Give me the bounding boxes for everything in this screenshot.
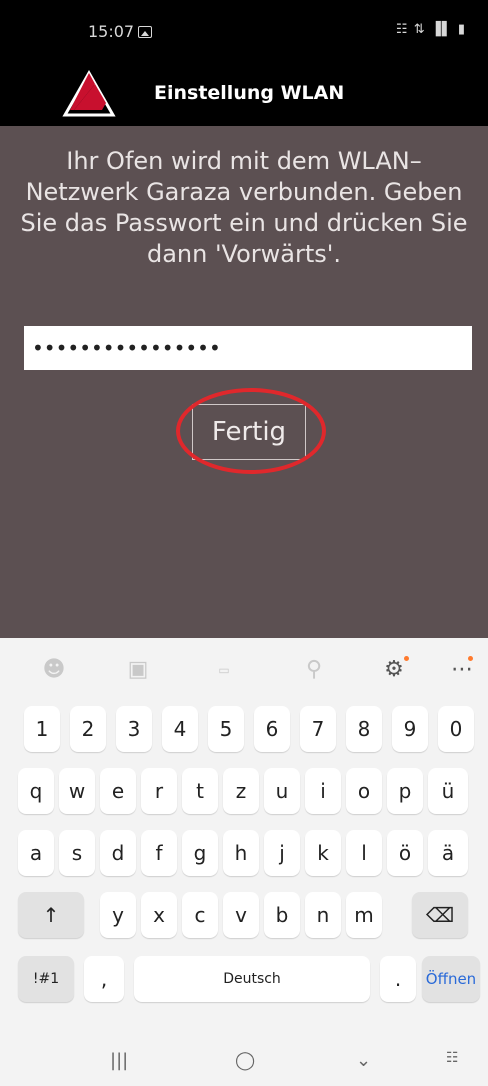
- key-h[interactable]: h: [223, 830, 259, 876]
- key-f[interactable]: f: [141, 830, 177, 876]
- key-i[interactable]: i: [305, 768, 341, 814]
- enter-key[interactable]: Öffnen: [422, 956, 480, 1002]
- key-w[interactable]: w: [59, 768, 95, 814]
- recent-apps-button[interactable]: |||: [110, 1050, 128, 1071]
- key-e[interactable]: e: [100, 768, 136, 814]
- key-7[interactable]: 7: [300, 706, 336, 752]
- key-r[interactable]: r: [141, 768, 177, 814]
- key-m[interactable]: m: [346, 892, 382, 938]
- key-j[interactable]: j: [264, 830, 300, 876]
- key-u[interactable]: u: [264, 768, 300, 814]
- key-z[interactable]: z: [223, 768, 259, 814]
- emoji-icon[interactable]: ☻: [40, 656, 68, 684]
- key-2[interactable]: 2: [70, 706, 106, 752]
- key-y[interactable]: y: [100, 892, 136, 938]
- key-t[interactable]: t: [182, 768, 218, 814]
- key-p[interactable]: p: [387, 768, 423, 814]
- page-title: Einstellung WLAN: [154, 82, 345, 104]
- sticker-icon[interactable]: ▣: [124, 656, 152, 684]
- key-1[interactable]: 1: [24, 706, 60, 752]
- key-d[interactable]: d: [100, 830, 136, 876]
- keyboard-switch-icon[interactable]: ☷: [446, 1050, 459, 1066]
- key-c[interactable]: c: [182, 892, 218, 938]
- symbols-key[interactable]: !#1: [18, 956, 74, 1002]
- key-g[interactable]: g: [182, 830, 218, 876]
- period-key[interactable]: .: [380, 956, 416, 1002]
- key-8[interactable]: 8: [346, 706, 382, 752]
- key-n[interactable]: n: [305, 892, 341, 938]
- key-0[interactable]: 0: [438, 706, 474, 752]
- image-notification-icon: [138, 26, 152, 38]
- key-l[interactable]: l: [346, 830, 382, 876]
- key-5[interactable]: 5: [208, 706, 244, 752]
- comma-key[interactable]: ,: [84, 956, 124, 1002]
- app-header: Einstellung WLAN: [0, 62, 488, 126]
- status-bar: 15:07 ☷ ⇅ ▐▌ ▮: [0, 0, 488, 62]
- password-input[interactable]: [24, 326, 472, 370]
- key-o[interactable]: o: [346, 768, 382, 814]
- key-q[interactable]: q: [18, 768, 54, 814]
- home-button[interactable]: ◯: [235, 1050, 255, 1071]
- keyboard-toolbar: ☻ ▣ ▭ ⚲ ⚙ ⋯: [0, 638, 488, 702]
- backspace-key[interactable]: ⌫: [412, 892, 468, 938]
- key-v[interactable]: v: [223, 892, 259, 938]
- phone-screen: 15:07 ☷ ⇅ ▐▌ ▮ Einstellung WLAN Ihr Ofen…: [0, 0, 488, 1086]
- key-x[interactable]: x: [141, 892, 177, 938]
- key-4[interactable]: 4: [162, 706, 198, 752]
- space-key[interactable]: Deutsch: [134, 956, 370, 1002]
- key-u-umlaut[interactable]: ü: [428, 768, 468, 814]
- gif-icon[interactable]: ▭: [210, 656, 238, 684]
- key-a-umlaut[interactable]: ä: [428, 830, 468, 876]
- key-s[interactable]: s: [59, 830, 95, 876]
- fertig-button[interactable]: Fertig: [192, 404, 306, 460]
- main-panel: Ihr Ofen wird mit dem WLAN–Netzwerk Gara…: [0, 126, 488, 638]
- brand-logo-icon: [62, 70, 116, 117]
- system-status-icons: ☷ ⇅ ▐▌ ▮: [395, 22, 466, 37]
- shift-key[interactable]: ↑: [18, 892, 84, 938]
- more-notification-dot: [468, 656, 473, 661]
- key-o-umlaut[interactable]: ö: [387, 830, 423, 876]
- key-b[interactable]: b: [264, 892, 300, 938]
- key-9[interactable]: 9: [392, 706, 428, 752]
- instruction-text: Ihr Ofen wird mit dem WLAN–Netzwerk Gara…: [20, 147, 468, 268]
- key-3[interactable]: 3: [116, 706, 152, 752]
- key-k[interactable]: k: [305, 830, 341, 876]
- gear-notification-dot: [404, 656, 409, 661]
- status-time: 15:07: [88, 22, 135, 41]
- back-button[interactable]: ⌄: [356, 1050, 371, 1071]
- navigation-bar: ||| ◯ ⌄ ☷: [0, 1042, 488, 1086]
- key-6[interactable]: 6: [254, 706, 290, 752]
- soft-keyboard: ☻ ▣ ▭ ⚲ ⚙ ⋯ 1 2 3 4 5 6 7 8 9 0 q w e r …: [0, 638, 488, 1086]
- mic-icon[interactable]: ⚲: [300, 656, 328, 684]
- key-a[interactable]: a: [18, 830, 54, 876]
